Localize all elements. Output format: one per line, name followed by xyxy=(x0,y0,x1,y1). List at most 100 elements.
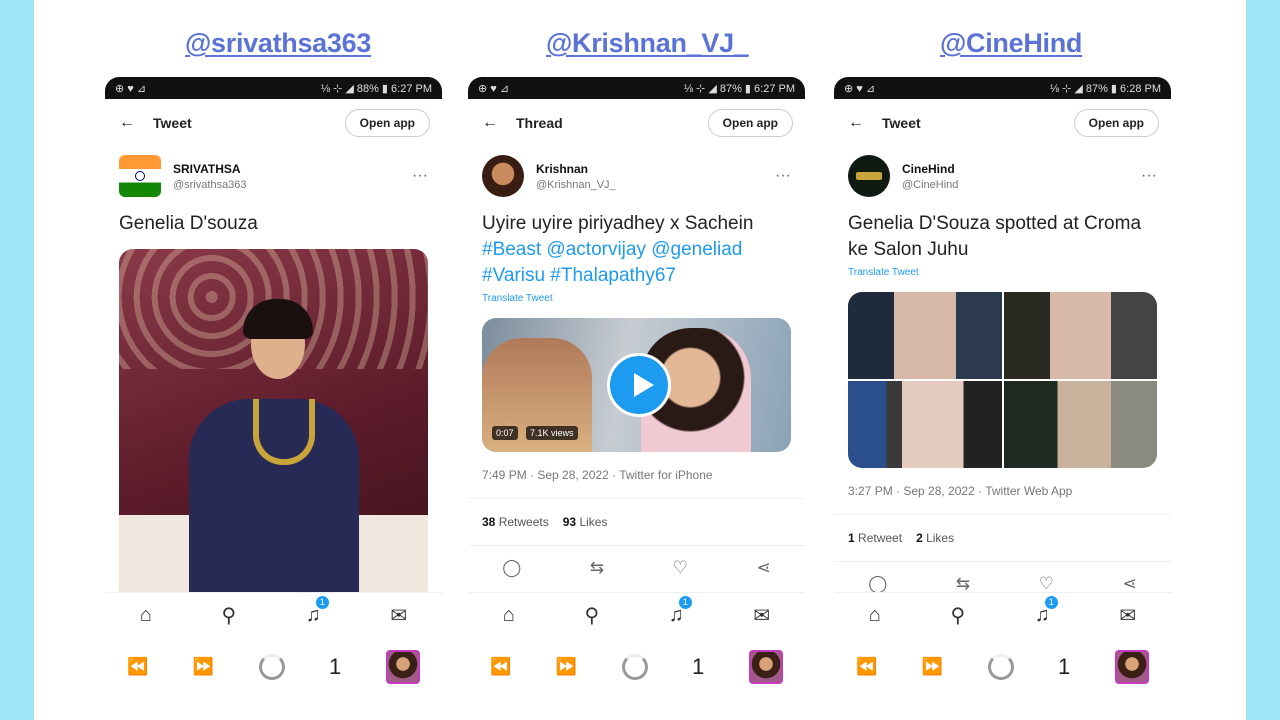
tab-count[interactable]: 1 xyxy=(692,654,704,680)
tab-count[interactable]: 1 xyxy=(1058,654,1070,680)
tab-count[interactable]: 1 xyxy=(329,654,341,680)
username[interactable]: @srivathsa363 xyxy=(173,179,412,191)
like-count[interactable]: 93 Likes xyxy=(563,515,608,529)
browser-back-icon[interactable]: ⏪ xyxy=(856,657,877,677)
back-arrow-icon[interactable]: ← xyxy=(119,114,153,132)
status-left: ⊕ ♥ ⊿ xyxy=(844,82,876,95)
notification-badge: 1 xyxy=(1044,595,1058,609)
messages-icon[interactable]: ✉ xyxy=(1119,603,1136,628)
notification-badge: 1 xyxy=(678,595,692,609)
loading-spinner-icon xyxy=(987,654,1014,680)
back-arrow-icon[interactable]: ← xyxy=(482,114,516,132)
messages-icon[interactable]: ✉ xyxy=(753,603,770,628)
avatar[interactable] xyxy=(119,155,161,197)
more-options-icon[interactable]: ··· xyxy=(775,167,791,185)
tweet-header: ← Tweet Open app xyxy=(834,99,1171,147)
open-app-button[interactable]: Open app xyxy=(344,109,430,137)
translate-link[interactable]: Translate Tweet xyxy=(834,263,1171,282)
status-bar: ⊕ ♥ ⊿ ⅛ ⊹ ◢ 87% ▮ 6:27 PM xyxy=(468,77,805,99)
more-options-icon[interactable]: ··· xyxy=(1141,167,1157,185)
browser-forward-icon[interactable]: ⏩ xyxy=(556,657,577,677)
messages-icon[interactable]: ✉ xyxy=(390,603,407,628)
notifications-icon[interactable]: ♫ 1 xyxy=(1035,595,1058,627)
like-count[interactable]: 2 Likes xyxy=(916,531,954,545)
tweet-header: ← Thread Open app xyxy=(468,99,805,147)
reply-icon[interactable]: ◯ xyxy=(868,574,887,594)
notifications-icon[interactable]: ♫ 1 xyxy=(306,595,329,627)
tweet-stats: 1 Retweet 2 Likes xyxy=(834,514,1171,562)
display-name[interactable]: SRIVATHSA xyxy=(173,162,412,176)
tweet-video[interactable]: 0:07 7.1K views xyxy=(482,318,791,452)
translate-link[interactable]: Translate Tweet xyxy=(468,289,805,308)
tweet-meta: 3:27 PM · Sep 28, 2022 · Twitter Web App xyxy=(848,484,1073,498)
page-title: Tweet xyxy=(153,115,192,131)
notification-badge: 1 xyxy=(315,595,329,609)
browser-bar: ⏪ ⏩ 1 xyxy=(468,637,805,697)
phone-screenshot-3: ⊕ ♥ ⊿ ⅛ ⊹ ◢ 87% ▮ 6:28 PM ← Tweet Open a… xyxy=(834,77,1171,697)
tweet-meta: 7:49 PM · Sep 28, 2022 · Twitter for iPh… xyxy=(482,468,713,482)
reply-icon[interactable]: ◯ xyxy=(502,558,521,578)
grid-photo-3[interactable] xyxy=(848,381,1002,468)
tweet-stats: 38 Retweets 93 Likes xyxy=(468,498,805,546)
back-arrow-icon[interactable]: ← xyxy=(848,114,882,132)
username[interactable]: @Krishnan_VJ_ xyxy=(536,179,775,191)
grid-photo-2[interactable] xyxy=(1003,292,1157,379)
avatar[interactable] xyxy=(482,155,524,197)
browser-back-icon[interactable]: ⏪ xyxy=(127,657,148,677)
loading-spinner-icon xyxy=(258,654,285,680)
retweet-icon[interactable]: ⇆ xyxy=(590,558,604,578)
handle-caption-1: @srivathsa363 xyxy=(185,28,372,58)
tweet-photo-grid xyxy=(848,292,1157,468)
profile-thumbnail[interactable] xyxy=(385,650,420,684)
like-icon[interactable]: ♡ xyxy=(1039,574,1054,594)
page-title: Tweet xyxy=(882,115,921,131)
bottom-nav: ⌂ ⚲ ♫ 1 ✉ xyxy=(105,592,442,637)
home-icon[interactable]: ⌂ xyxy=(503,604,515,627)
more-options-icon[interactable]: ··· xyxy=(412,167,428,185)
home-icon[interactable]: ⌂ xyxy=(140,604,152,627)
tweet-author: SRIVATHSA @srivathsa363 ··· xyxy=(105,147,442,205)
home-icon[interactable]: ⌂ xyxy=(869,604,881,627)
profile-thumbnail[interactable] xyxy=(1114,650,1149,684)
browser-forward-icon[interactable]: ⏩ xyxy=(193,657,214,677)
video-duration: 0:07 xyxy=(492,426,518,440)
tweet-author: Krishnan @Krishnan_VJ_ ··· xyxy=(468,147,805,205)
retweet-count[interactable]: 1 Retweet xyxy=(848,531,902,545)
username[interactable]: @CineHind xyxy=(902,179,1141,191)
avatar[interactable] xyxy=(848,155,890,197)
retweet-count[interactable]: 38 Retweets xyxy=(482,515,549,529)
bottom-nav: ⌂ ⚲ ♫ 1 ✉ xyxy=(468,592,805,637)
video-views: 7.1K views xyxy=(526,426,578,440)
search-icon[interactable]: ⚲ xyxy=(585,603,600,628)
tweet-actions: ◯ ⇆ ♡ ⋖ xyxy=(468,546,805,590)
tweet-header: ← Tweet Open app xyxy=(105,99,442,147)
status-right: ⅛ ⊹ ◢ 87% ▮ 6:27 PM xyxy=(683,82,795,95)
browser-back-icon[interactable]: ⏪ xyxy=(490,657,511,677)
search-icon[interactable]: ⚲ xyxy=(951,603,966,628)
flag-chakra-icon xyxy=(135,171,145,181)
grid-photo-1[interactable] xyxy=(848,292,1002,379)
grid-photo-4[interactable] xyxy=(1003,381,1157,468)
retweet-icon[interactable]: ⇆ xyxy=(956,574,970,594)
display-name[interactable]: Krishnan xyxy=(536,162,775,176)
tweet-photo[interactable] xyxy=(119,249,428,605)
status-right: ⅛ ⊹ ◢ 88% ▮ 6:27 PM xyxy=(320,82,432,95)
like-icon[interactable]: ♡ xyxy=(673,558,688,578)
browser-forward-icon[interactable]: ⏩ xyxy=(922,657,943,677)
display-name[interactable]: CineHind xyxy=(902,162,1141,176)
open-app-button[interactable]: Open app xyxy=(707,109,793,137)
profile-thumbnail[interactable] xyxy=(748,650,783,684)
share-icon[interactable]: ⋖ xyxy=(756,558,770,578)
tweet-text: Uyire uyire piriyadhey x Sachein #Beast … xyxy=(468,205,805,289)
tweet-hashtags[interactable]: #Beast @actorvijay @geneliad #Varisu #Th… xyxy=(482,239,742,286)
notifications-icon[interactable]: ♫ 1 xyxy=(669,595,692,627)
phone-screenshot-2: ⊕ ♥ ⊿ ⅛ ⊹ ◢ 87% ▮ 6:27 PM ← Thread Open … xyxy=(468,77,805,697)
search-icon[interactable]: ⚲ xyxy=(222,603,237,628)
open-app-button[interactable]: Open app xyxy=(1073,109,1159,137)
tweet-text-plain: Uyire uyire piriyadhey x Sachein xyxy=(482,213,754,234)
play-button-icon[interactable] xyxy=(607,353,671,417)
share-icon[interactable]: ⋖ xyxy=(1122,574,1136,594)
necklace xyxy=(253,399,315,465)
status-bar: ⊕ ♥ ⊿ ⅛ ⊹ ◢ 88% ▮ 6:27 PM xyxy=(105,77,442,99)
bottom-nav: ⌂ ⚲ ♫ 1 ✉ xyxy=(834,592,1171,637)
